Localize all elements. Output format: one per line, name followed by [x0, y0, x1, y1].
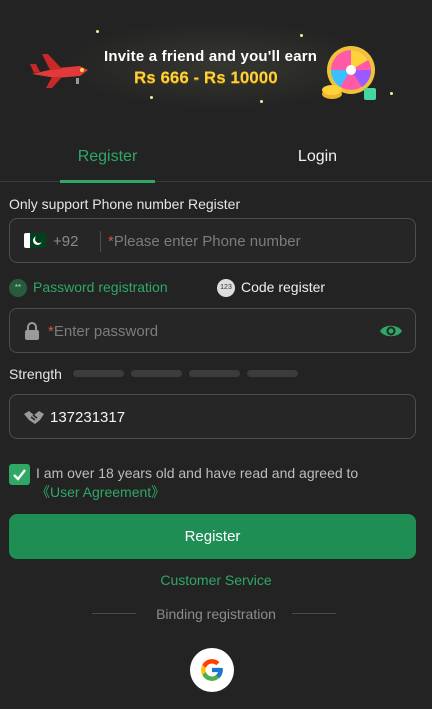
invite-code-input[interactable]: 137231317 — [50, 395, 125, 440]
country-code[interactable]: +92 — [53, 219, 78, 264]
customer-service-link[interactable]: Customer Service — [0, 572, 432, 588]
password-field[interactable]: *Enter password — [9, 308, 416, 353]
google-icon — [201, 659, 223, 681]
invite-code-field[interactable]: 137231317 — [9, 394, 416, 439]
strength-label: Strength — [9, 366, 62, 382]
phone-input[interactable]: *Please enter Phone number — [108, 219, 301, 264]
strength-segment — [247, 370, 298, 377]
sparkle — [390, 92, 393, 95]
divider-line — [292, 613, 336, 614]
code-register-option[interactable]: 123 Code register — [217, 276, 325, 298]
password-strength: Strength — [9, 366, 416, 382]
airplane-icon — [30, 54, 88, 88]
field-divider — [100, 231, 101, 252]
agreement-statement: I am over 18 years old and have read and… — [36, 465, 359, 481]
password-mode-icon: ** — [9, 279, 27, 298]
agreement-checkbox[interactable] — [9, 464, 30, 485]
sparkle — [300, 34, 303, 37]
eye-icon[interactable] — [379, 321, 403, 341]
checkmark-icon — [13, 469, 26, 481]
password-placeholder: Enter password — [53, 323, 159, 340]
lock-icon — [25, 322, 39, 340]
binding-registration-divider: Binding registration — [0, 605, 432, 623]
tab-login[interactable]: Login — [270, 140, 365, 182]
promo-banner[interactable]: Invite a friend and you'll earn Rs 666 -… — [0, 0, 432, 128]
auth-tabs: Register Login — [0, 140, 432, 183]
banner-headline: Invite a friend and you'll earn — [104, 48, 318, 65]
google-login-button[interactable] — [190, 648, 234, 692]
sparkle — [150, 96, 153, 99]
tab-register[interactable]: Register — [60, 140, 155, 183]
code-mode-icon: 123 — [217, 279, 235, 298]
pakistan-flag-icon — [24, 233, 46, 248]
divider-line — [92, 613, 136, 614]
strength-segment — [131, 370, 182, 377]
prize-wheel-icon — [322, 46, 376, 100]
banner-amount: Rs 666 - Rs 10000 — [134, 68, 278, 87]
phone-field[interactable]: +92 *Please enter Phone number — [9, 218, 416, 263]
password-registration-option[interactable]: ** Password registration — [9, 276, 168, 298]
user-agreement-link[interactable]: 《User Agreement》 — [36, 484, 165, 500]
password-mode-label: Password registration — [33, 279, 168, 295]
agreement-row: I am over 18 years old and have read and… — [9, 462, 416, 504]
password-input[interactable]: *Enter password — [48, 309, 158, 354]
agreement-text: I am over 18 years old and have read and… — [36, 464, 406, 502]
strength-segment — [73, 370, 124, 377]
register-notice: Only support Phone number Register — [9, 196, 241, 212]
strength-segment — [189, 370, 240, 377]
registration-modes: ** Password registration 123 Code register — [9, 276, 416, 298]
code-mode-label: Code register — [241, 279, 326, 295]
phone-placeholder: Please enter Phone number — [113, 233, 301, 250]
sparkle — [260, 100, 263, 103]
sparkle — [96, 30, 99, 33]
binding-registration-label: Binding registration — [156, 606, 276, 622]
register-button[interactable]: Register — [9, 514, 416, 559]
handshake-icon — [24, 411, 44, 424]
